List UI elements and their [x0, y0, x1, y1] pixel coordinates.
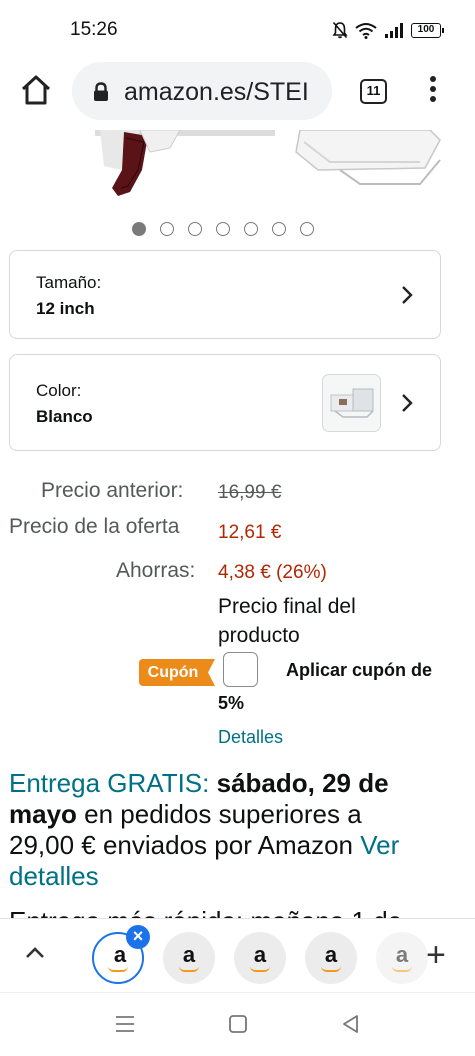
url-text: amazon.es/STEI	[124, 78, 309, 106]
status-icons: 100	[332, 21, 444, 39]
home-button[interactable]	[18, 72, 54, 108]
savings-label: Ahorras:	[116, 559, 196, 582]
amazon-smile-icon	[250, 966, 270, 972]
status-bar: 15:26 100	[0, 0, 475, 58]
amazon-logo-icon: a	[253, 942, 267, 967]
size-selector[interactable]: Tamaño: 12 inch	[9, 250, 441, 339]
wifi-icon	[355, 22, 377, 39]
delivery-text: en pedidos superiores a	[84, 799, 362, 829]
close-tab-button[interactable]: ×	[126, 925, 150, 949]
amazon-smile-icon	[108, 966, 128, 972]
carousel-dot[interactable]	[300, 222, 314, 236]
battery-icon: 100	[411, 22, 444, 38]
free-delivery-label: Entrega GRATIS:	[9, 768, 210, 798]
amazon-smile-icon	[392, 966, 412, 972]
browser-toolbar: amazon.es/STEI 11	[0, 58, 475, 130]
tab-group-strip: a × a a a a +	[0, 918, 475, 992]
carousel-dot[interactable]	[216, 222, 230, 236]
offer-price-label: Precio de la oferta	[9, 515, 180, 538]
carousel-indicator	[132, 222, 314, 236]
final-price-note: Precio final del producto	[218, 592, 356, 650]
coupon-badge: Cupón	[139, 659, 207, 686]
amazon-smile-icon	[321, 966, 341, 972]
carousel-dot[interactable]	[132, 222, 146, 236]
amazon-logo-icon: a	[324, 942, 338, 967]
final-price-line: producto	[218, 624, 300, 647]
delivery-details-link[interactable]: detalles	[9, 861, 99, 891]
menu-dot-icon	[430, 96, 436, 102]
delivery-text: 29,00 € enviados por Amazon	[9, 830, 354, 860]
product-image[interactable]	[0, 130, 475, 200]
page-content: Tamaño: 12 inch Color: Blanco Precio ant…	[0, 130, 475, 918]
mute-bell-icon	[332, 21, 348, 39]
carousel-dot[interactable]	[272, 222, 286, 236]
tab-thumbnail[interactable]: a	[305, 932, 357, 984]
savings-value: 4,38 € (26%)	[218, 562, 327, 583]
final-price-line: Precio final del	[218, 595, 356, 618]
carousel-dot[interactable]	[244, 222, 258, 236]
previous-price-label: Precio anterior:	[41, 479, 184, 502]
back-nav-icon[interactable]	[341, 1014, 359, 1034]
chevron-up-icon[interactable]	[24, 945, 46, 959]
menu-dot-icon	[430, 76, 436, 82]
delivery-date: mayo	[9, 799, 77, 829]
coupon-percent: 5%	[218, 693, 245, 713]
faster-delivery-text: Entrega más rápida: mañana 1 de	[9, 906, 402, 918]
delivery-info: Entrega GRATIS: sábado, 29 de mayo en pe…	[9, 768, 449, 892]
overflow-menu-button[interactable]	[424, 76, 442, 106]
color-swatch-image	[322, 374, 381, 432]
system-navigation-bar	[0, 992, 475, 1056]
status-time: 15:26	[70, 19, 118, 40]
menu-dot-icon	[430, 86, 436, 92]
size-value: 12 inch	[36, 299, 95, 318]
coupon-details-link[interactable]: Detalles	[218, 727, 283, 748]
home-icon	[21, 75, 51, 105]
address-bar[interactable]: amazon.es/STEI	[72, 62, 332, 120]
delivery-date: sábado, 29 de	[216, 768, 389, 798]
carousel-dot[interactable]	[188, 222, 202, 236]
delivery-details-link[interactable]: Ver	[360, 830, 399, 860]
tab-thumbnail[interactable]: a	[163, 932, 215, 984]
coupon-text: Aplicar cupón de	[286, 660, 433, 680]
color-value: Blanco	[36, 407, 93, 426]
lock-icon	[94, 82, 108, 101]
amazon-logo-icon: a	[182, 942, 196, 967]
carousel-dot[interactable]	[160, 222, 174, 236]
coupon-checkbox[interactable]	[223, 652, 258, 687]
recents-icon[interactable]	[115, 1015, 135, 1033]
chevron-right-icon	[402, 394, 413, 412]
tab-thumbnail[interactable]: a	[234, 932, 286, 984]
new-tab-button[interactable]: +	[426, 938, 446, 972]
tab-thumbnail[interactable]: a	[376, 932, 428, 984]
offer-price-value: 12,61 €	[218, 522, 282, 543]
color-label: Color:	[36, 381, 82, 400]
home-nav-icon[interactable]	[228, 1014, 248, 1034]
previous-price-value: 16,99 €	[218, 482, 282, 503]
size-label: Tamaño:	[36, 273, 102, 292]
signal-icon	[385, 23, 403, 38]
color-selector[interactable]: Color: Blanco	[9, 354, 441, 451]
amazon-smile-icon	[179, 966, 199, 972]
chevron-right-icon	[402, 286, 413, 304]
coupon-badge-notch	[203, 659, 215, 686]
amazon-logo-icon: a	[395, 942, 409, 967]
tab-switcher-button[interactable]: 11	[360, 79, 387, 104]
